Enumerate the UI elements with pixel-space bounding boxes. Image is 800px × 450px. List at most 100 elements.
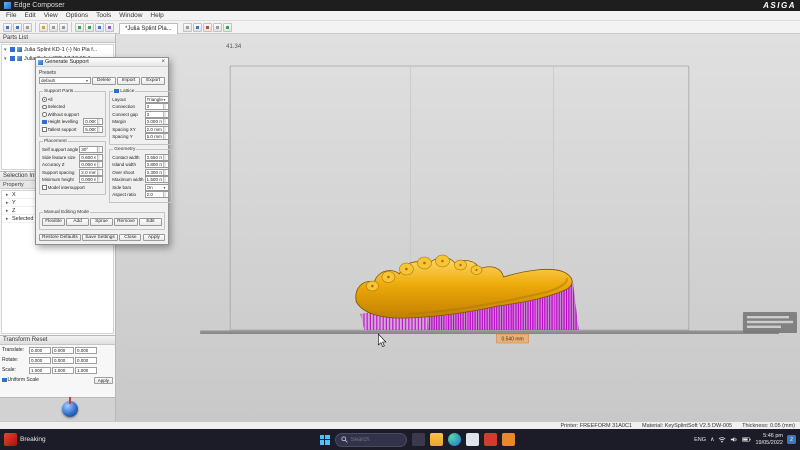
language-indicator[interactable]: ENG: [694, 437, 706, 443]
maximum-width-field[interactable]: 1.500 mm: [144, 176, 169, 184]
taskbar-clock[interactable]: 5:46 pm 19/05/2022: [755, 433, 783, 446]
height-levelling-field[interactable]: 0.000 mm: [83, 118, 104, 126]
toolbar-icon[interactable]: [13, 22, 22, 32]
scale-z-field[interactable]: 1.000: [75, 366, 97, 374]
apply-button[interactable]: Apply: [142, 233, 165, 241]
toolbar-icon[interactable]: [75, 22, 84, 32]
radio-icon[interactable]: [42, 97, 47, 102]
part-visibility-checkbox[interactable]: [10, 56, 15, 61]
transform-apply-button[interactable]: Apply: [93, 376, 113, 384]
support-spacing-field[interactable]: 2.0 mm: [79, 168, 104, 176]
radio-selected[interactable]: Selected: [42, 103, 103, 111]
self-support-angle-field[interactable]: 30°: [79, 146, 104, 154]
file-explorer-icon[interactable]: [429, 433, 443, 446]
radio-icon[interactable]: [42, 112, 47, 117]
start-button[interactable]: [319, 434, 330, 445]
remove-button[interactable]: Remove: [114, 218, 138, 226]
uniform-scale-checkbox[interactable]: [2, 377, 7, 383]
spacing-xy-field[interactable]: 2.0 mm: [144, 125, 169, 133]
tallest-support-checkbox[interactable]: [42, 127, 47, 132]
menu-tools[interactable]: Tools: [92, 12, 115, 19]
battery-icon[interactable]: [742, 436, 752, 443]
model-intersupport-checkbox[interactable]: [42, 185, 47, 190]
add-button[interactable]: Add: [66, 218, 90, 226]
margin-field[interactable]: 0.000 mm: [144, 118, 169, 126]
sprue-button[interactable]: Sprue: [90, 218, 114, 226]
menu-file[interactable]: File: [2, 12, 20, 19]
parts-list-item[interactable]: ▾ Julia Splint KD-1 (-) No Pla f...: [2, 45, 113, 54]
close-icon[interactable]: ×: [160, 59, 166, 65]
rotate-z-field[interactable]: 0.000: [75, 356, 97, 364]
menu-options[interactable]: Options: [62, 12, 92, 19]
over-shoot-field[interactable]: 0.300 mm: [144, 168, 169, 176]
toolbar-icon[interactable]: [39, 22, 48, 32]
toolbar-icon[interactable]: [202, 22, 212, 32]
view-orientation-ball[interactable]: [62, 397, 78, 417]
scale-y-field[interactable]: 1.000: [52, 366, 74, 374]
restore-defaults-button[interactable]: Restore Defaults: [39, 233, 81, 241]
preset-select[interactable]: default ▾: [39, 77, 91, 85]
notification-badge[interactable]: 2: [787, 435, 796, 444]
spacing-y-field[interactable]: 5.0 mm: [144, 133, 169, 141]
aspect-ratio-field[interactable]: 2.0: [144, 191, 169, 199]
taskbar-search[interactable]: [334, 432, 407, 447]
volume-icon[interactable]: [730, 436, 738, 443]
toolbar-icon[interactable]: [212, 22, 222, 32]
side-feature-size-field[interactable]: 0.600 mm: [79, 153, 104, 161]
preset-import-button[interactable]: Import: [116, 77, 141, 85]
toolbar-icon[interactable]: [23, 22, 32, 32]
spinner-icon[interactable]: [97, 119, 101, 125]
flexible-button[interactable]: Flexible: [42, 218, 66, 226]
toolbar-icon[interactable]: [192, 22, 202, 32]
toolbar-icon[interactable]: [182, 22, 192, 32]
scale-x-field[interactable]: 1.000: [29, 366, 51, 374]
toolbar-icon[interactable]: [59, 22, 68, 32]
tallest-support-field[interactable]: 5.000 mm: [83, 125, 104, 133]
radio-without-support[interactable]: Without support: [42, 111, 103, 119]
tree-expand-icon[interactable]: ▾: [4, 47, 8, 53]
toolbar-icon[interactable]: [85, 22, 94, 32]
island-width-field[interactable]: 0.800 mm: [144, 161, 169, 169]
document-tab[interactable]: *Julia Splint Pla...: [119, 22, 178, 34]
toolbar-icon[interactable]: [49, 22, 58, 32]
menu-window[interactable]: Window: [115, 12, 146, 19]
viewport-3d[interactable]: 41.34 0.540 mm: [116, 34, 800, 421]
close-button[interactable]: Close: [119, 233, 142, 241]
layout-select[interactable]: Triangle ▾: [144, 95, 169, 103]
radio-all[interactable]: All: [42, 96, 103, 104]
translate-z-field[interactable]: 0.000: [75, 346, 97, 354]
connect-gap-field[interactable]: 3: [144, 110, 169, 118]
side-bars-select[interactable]: On ▾: [144, 183, 169, 191]
taskbar-app-icon[interactable]: [411, 433, 425, 446]
rotate-x-field[interactable]: 0.000: [29, 356, 51, 364]
taskbar-app-icon[interactable]: [483, 433, 497, 446]
toolbar-icon[interactable]: [95, 22, 104, 32]
radio-icon[interactable]: [42, 104, 47, 109]
translate-y-field[interactable]: 0.000: [52, 346, 74, 354]
toolbar-icon[interactable]: [222, 22, 232, 32]
tray-expand-icon[interactable]: ∧: [710, 436, 714, 443]
spinner-icon[interactable]: [97, 126, 101, 132]
search-input[interactable]: [350, 436, 401, 443]
toolbar-icon[interactable]: [105, 22, 114, 32]
minimum-height-field[interactable]: 0.000 mm: [79, 176, 104, 184]
preset-delete-button[interactable]: Delete: [92, 77, 116, 85]
rotate-y-field[interactable]: 0.000: [52, 356, 74, 364]
height-levelling-checkbox[interactable]: [42, 119, 47, 124]
translate-x-field[interactable]: 0.000: [29, 346, 51, 354]
taskbar-app-icon[interactable]: [465, 433, 479, 446]
wifi-icon[interactable]: [718, 436, 726, 443]
contact-width-field[interactable]: 0.550 mm: [144, 153, 169, 161]
part-visibility-checkbox[interactable]: [10, 47, 15, 52]
tree-expand-icon[interactable]: ▾: [4, 56, 8, 62]
dialog-title-bar[interactable]: Generate Support ×: [36, 58, 168, 67]
menu-help[interactable]: Help: [146, 12, 167, 19]
connection-field[interactable]: 3: [144, 103, 169, 111]
browser-icon[interactable]: [447, 433, 461, 446]
taskbar-app-icon[interactable]: [501, 433, 515, 446]
menu-view[interactable]: View: [40, 12, 62, 19]
preset-export-button[interactable]: Export: [141, 77, 166, 85]
widgets-button[interactable]: Breaking: [0, 433, 140, 446]
accuracy-z-field[interactable]: 0.000 mm: [79, 161, 104, 169]
lattice-checkbox[interactable]: [114, 88, 119, 94]
